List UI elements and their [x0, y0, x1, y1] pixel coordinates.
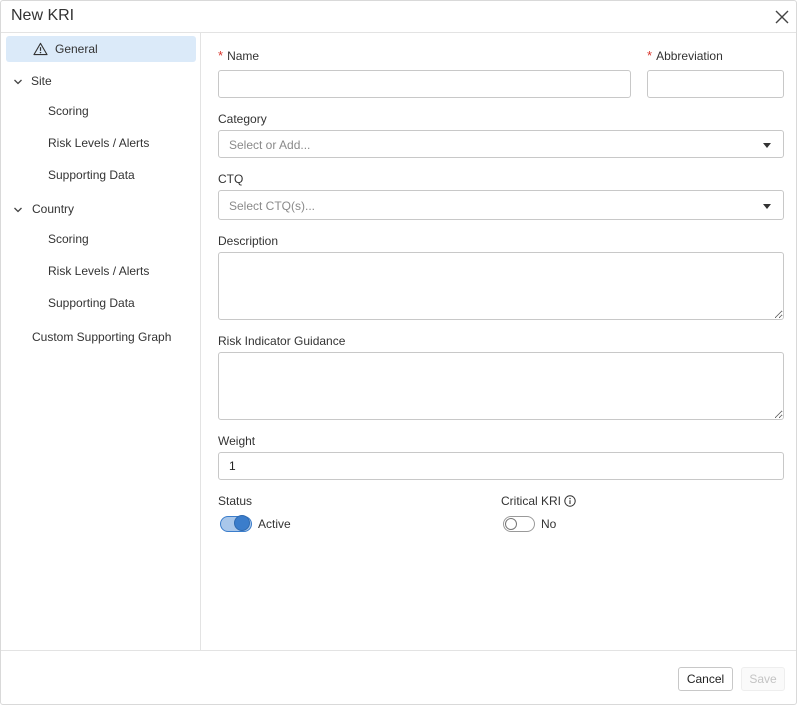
sidebar-group-label: Country	[32, 202, 75, 216]
abbreviation-input[interactable]	[647, 70, 784, 98]
weight-input[interactable]	[218, 452, 784, 480]
sidebar-item-label: Supporting Data	[48, 168, 135, 182]
warning-icon	[33, 42, 48, 56]
sidebar-nav: General Site Scoring Risk Levels / Alert…	[1, 33, 201, 650]
form-panel: * Name * Abbreviation Category Select or A…	[202, 33, 796, 650]
name-label-text: Name	[227, 49, 260, 63]
status-toggle[interactable]	[220, 515, 252, 532]
toggle-knob	[234, 515, 250, 531]
sidebar-item-label: Scoring	[48, 104, 89, 118]
chevron-down-icon	[14, 207, 22, 213]
status-label: Status	[218, 494, 253, 508]
dialog-footer: Cancel Save	[1, 650, 796, 704]
sidebar-item-label: Supporting Data	[48, 296, 135, 310]
sidebar-item-label: Custom Supporting Graph	[32, 330, 172, 344]
guidance-textarea[interactable]	[218, 352, 784, 420]
close-icon[interactable]	[773, 8, 791, 26]
dialog-header: New KRI	[1, 1, 796, 33]
weight-label: Weight	[218, 434, 256, 448]
abbreviation-label: * Abbreviation	[647, 48, 723, 63]
name-input[interactable]	[218, 70, 631, 98]
status-value: Active	[258, 517, 291, 531]
save-button[interactable]: Save	[741, 667, 785, 691]
sidebar-item-label: Risk Levels / Alerts	[48, 264, 150, 278]
category-placeholder: Select or Add...	[229, 138, 311, 152]
required-marker: *	[647, 48, 653, 63]
guidance-label: Risk Indicator Guidance	[218, 334, 346, 348]
category-label: Category	[218, 112, 267, 126]
name-label: * Name	[218, 48, 259, 63]
critical-kri-label: Critical KRI	[501, 494, 562, 508]
ctq-select[interactable]: Select CTQ(s)...	[218, 190, 784, 220]
description-textarea[interactable]	[218, 252, 784, 320]
cancel-button[interactable]: Cancel	[678, 667, 733, 691]
dialog-title: New KRI	[11, 7, 75, 24]
sidebar-item-general[interactable]: General	[6, 36, 196, 62]
critical-kri-toggle[interactable]	[503, 516, 535, 532]
caret-down-icon	[763, 204, 771, 209]
new-kri-dialog: New KRI General Site Scoring Risk Levels…	[0, 0, 797, 705]
sidebar-item-label: Scoring	[48, 232, 89, 246]
caret-down-icon	[763, 143, 771, 148]
description-label: Description	[218, 234, 279, 248]
sidebar-item-label: Risk Levels / Alerts	[48, 136, 150, 150]
sidebar-item-label: General	[55, 42, 98, 56]
info-icon[interactable]	[564, 495, 576, 507]
ctq-label: CTQ	[218, 172, 244, 186]
sidebar-group-label: Site	[31, 74, 52, 88]
required-marker: *	[218, 48, 224, 63]
chevron-down-icon	[14, 79, 22, 85]
toggle-knob	[505, 518, 517, 530]
critical-kri-value: No	[541, 517, 557, 531]
ctq-placeholder: Select CTQ(s)...	[229, 199, 316, 213]
abbreviation-label-text: Abbreviation	[656, 49, 723, 63]
category-select[interactable]: Select or Add...	[218, 130, 784, 158]
